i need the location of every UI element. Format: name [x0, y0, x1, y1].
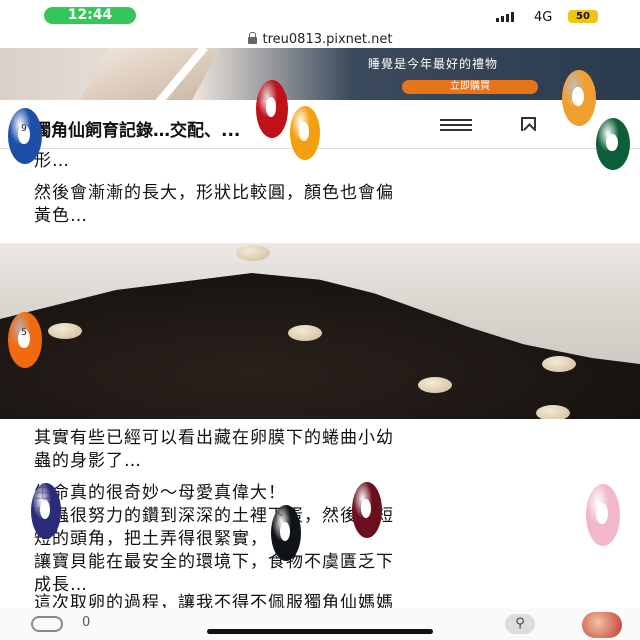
beetle-egg [418, 377, 452, 393]
beetle-egg [542, 356, 576, 372]
soil-image [0, 273, 640, 419]
billiard-ball-purple [31, 483, 61, 539]
article-paragraph-2: 然後會漸漸的長大，形狀比較圓，顏色也會偏 黃色… [34, 183, 394, 226]
network-label: 4G [534, 10, 553, 25]
status-time: 12:44 [44, 7, 136, 24]
beetle-egg [236, 245, 270, 261]
billiard-ball-orange [290, 106, 320, 160]
ball-number [280, 521, 291, 541]
beetle-egg [288, 325, 322, 341]
billiard-ball-black [271, 505, 301, 561]
like-icon[interactable] [31, 616, 63, 632]
ball-number [572, 86, 584, 106]
billiard-ball-green [596, 118, 630, 170]
beetle-egg [48, 323, 82, 339]
beetle-egg [536, 405, 570, 419]
status-bar: 12:44 4G 50 [0, 0, 640, 30]
billiard-ball-pink [586, 484, 620, 546]
ad-banner[interactable]: 睡覺是今年最好的禮物 立即購買 [0, 48, 640, 100]
battery-icon: 50 [568, 10, 598, 23]
ad-cta-button[interactable]: 立即購買 [402, 80, 538, 94]
lock-icon [247, 32, 257, 44]
address-bar[interactable]: treu0813.pixnet.net [0, 30, 640, 48]
ball-number: 9 [18, 124, 30, 144]
ball-number: 5 [18, 328, 30, 348]
signal-icon [496, 12, 514, 22]
bottom-toolbar [0, 608, 640, 640]
url-text: treu0813.pixnet.net [262, 31, 393, 47]
tool-icon[interactable]: ⚲ [505, 614, 535, 634]
home-indicator[interactable] [207, 629, 433, 634]
article-paragraph-3: 其實有些已經可以看出藏在卵膜下的蜷曲小幼 蟲的身影了… [34, 428, 394, 471]
billiard-ball-5-orange: 5 [8, 312, 42, 368]
ball-number [265, 97, 277, 118]
article-photo [0, 243, 640, 419]
ball-number [606, 133, 618, 152]
article-paragraph-4: 生命真的很奇妙～母愛真偉大！ 母蟲很努力的鑽到深深的土裡下蛋，然後用短 短的頭角… [34, 483, 394, 595]
ball-number [596, 502, 608, 524]
ball-number [299, 122, 310, 141]
billiard-ball-maroon [352, 482, 382, 538]
billiard-ball-red [256, 80, 288, 138]
article-header: 獨角仙飼育記錄…交配、... [0, 100, 640, 149]
billiard-ball-9-blue: 9 [8, 108, 42, 164]
like-count: 0 [82, 615, 91, 630]
page-title: 獨角仙飼育記錄…交配、... [34, 121, 241, 141]
avatar[interactable] [582, 612, 622, 638]
ad-headline: 睡覺是今年最好的禮物 [368, 57, 499, 71]
article-paragraph-1: 形… [34, 151, 70, 171]
bookmark-icon[interactable] [521, 117, 536, 131]
ball-number [40, 499, 51, 519]
ball-number [361, 498, 372, 518]
billiard-ball-orange-stripe [562, 70, 596, 126]
menu-icon[interactable] [440, 119, 472, 131]
